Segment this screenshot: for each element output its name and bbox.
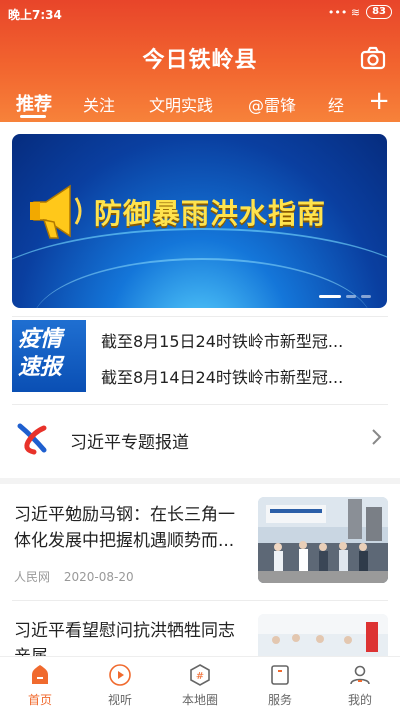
carousel-dot[interactable] (361, 295, 371, 298)
divider (12, 316, 388, 317)
play-icon (109, 664, 131, 686)
service-icon (271, 665, 289, 685)
channel-tabs: 推荐 关注 文明实践 @雷锋 经 + (0, 88, 400, 118)
banner-carousel[interactable]: 防御暴雨洪水指南 (12, 134, 387, 308)
tab-leifeng[interactable]: @雷锋 (248, 92, 296, 116)
battery-indicator: 83 (366, 5, 392, 19)
nav-label: 本地圈 (181, 693, 218, 707)
news-meta: 人民网 2020-08-20 (14, 568, 144, 585)
badge-line-2: 速报 (18, 355, 63, 380)
nav-label: 服务 (267, 693, 292, 707)
special-report-link[interactable]: 习近平专题报道 (70, 428, 189, 453)
nav-home[interactable]: 首页 (0, 657, 80, 711)
tab-economy[interactable]: 经 (328, 92, 344, 116)
status-bar: 晚上7:34 ••• ≋ 83 (0, 0, 400, 26)
epidemic-item[interactable]: 截至8月15日24时铁岭市新型冠... (101, 328, 381, 352)
svg-text:#: # (196, 671, 204, 682)
banner-title: 防御暴雨洪水指南 (94, 197, 327, 230)
chevron-right-icon[interactable] (370, 428, 382, 446)
nav-profile[interactable]: 我的 (320, 657, 400, 711)
epidemic-item[interactable]: 截至8月14日24时铁岭市新型冠... (101, 364, 381, 388)
user-icon (350, 665, 370, 685)
nav-media[interactable]: 视听 (80, 657, 160, 711)
status-icons: ••• ≋ 83 (328, 5, 392, 19)
carousel-dot[interactable] (319, 295, 341, 298)
tab-recommend[interactable]: 推荐 (16, 90, 52, 116)
tab-civilization[interactable]: 文明实践 (149, 92, 213, 116)
epidemic-report-badge[interactable]: 疫情 速报 (12, 320, 86, 392)
app-header: 晚上7:34 ••• ≋ 83 今日铁岭县 推荐 关注 文明实践 @雷锋 经 + (0, 0, 400, 122)
signal-indicators: ••• ≋ (327, 5, 361, 19)
nav-label: 我的 (347, 693, 372, 707)
news-date: 2020-08-20 (63, 570, 134, 584)
nav-local[interactable]: # 本地圈 (160, 657, 240, 711)
bottom-navigation: 首页 视听 # 本地圈 服务 我的 (0, 656, 400, 711)
news-title[interactable]: 习近平勉励马钢：在长三角一体化发展中把握机遇顺势而... (14, 502, 244, 554)
section-gap (0, 478, 400, 484)
add-channel-icon[interactable]: + (368, 88, 390, 114)
carousel-dot[interactable] (346, 295, 356, 298)
camera-icon[interactable] (360, 45, 386, 71)
carousel-dots (319, 295, 371, 298)
divider (12, 600, 388, 601)
hashtag-icon: # (190, 664, 210, 686)
nav-label: 视听 (107, 693, 132, 707)
app-brand-title: 今日铁岭县 (142, 48, 258, 73)
status-time: 晚上7:34 (8, 8, 62, 22)
home-icon (32, 665, 48, 684)
news-thumbnail[interactable] (258, 497, 388, 583)
badge-line-1: 疫情 (18, 327, 63, 352)
special-report-logo-icon (17, 423, 47, 455)
nav-label: 首页 (27, 693, 52, 707)
news-source: 人民网 (14, 570, 51, 584)
active-tab-indicator (20, 115, 46, 118)
megaphone-icon (30, 184, 82, 239)
tab-follow[interactable]: 关注 (83, 92, 115, 116)
nav-service[interactable]: 服务 (240, 657, 320, 711)
divider (12, 404, 388, 405)
